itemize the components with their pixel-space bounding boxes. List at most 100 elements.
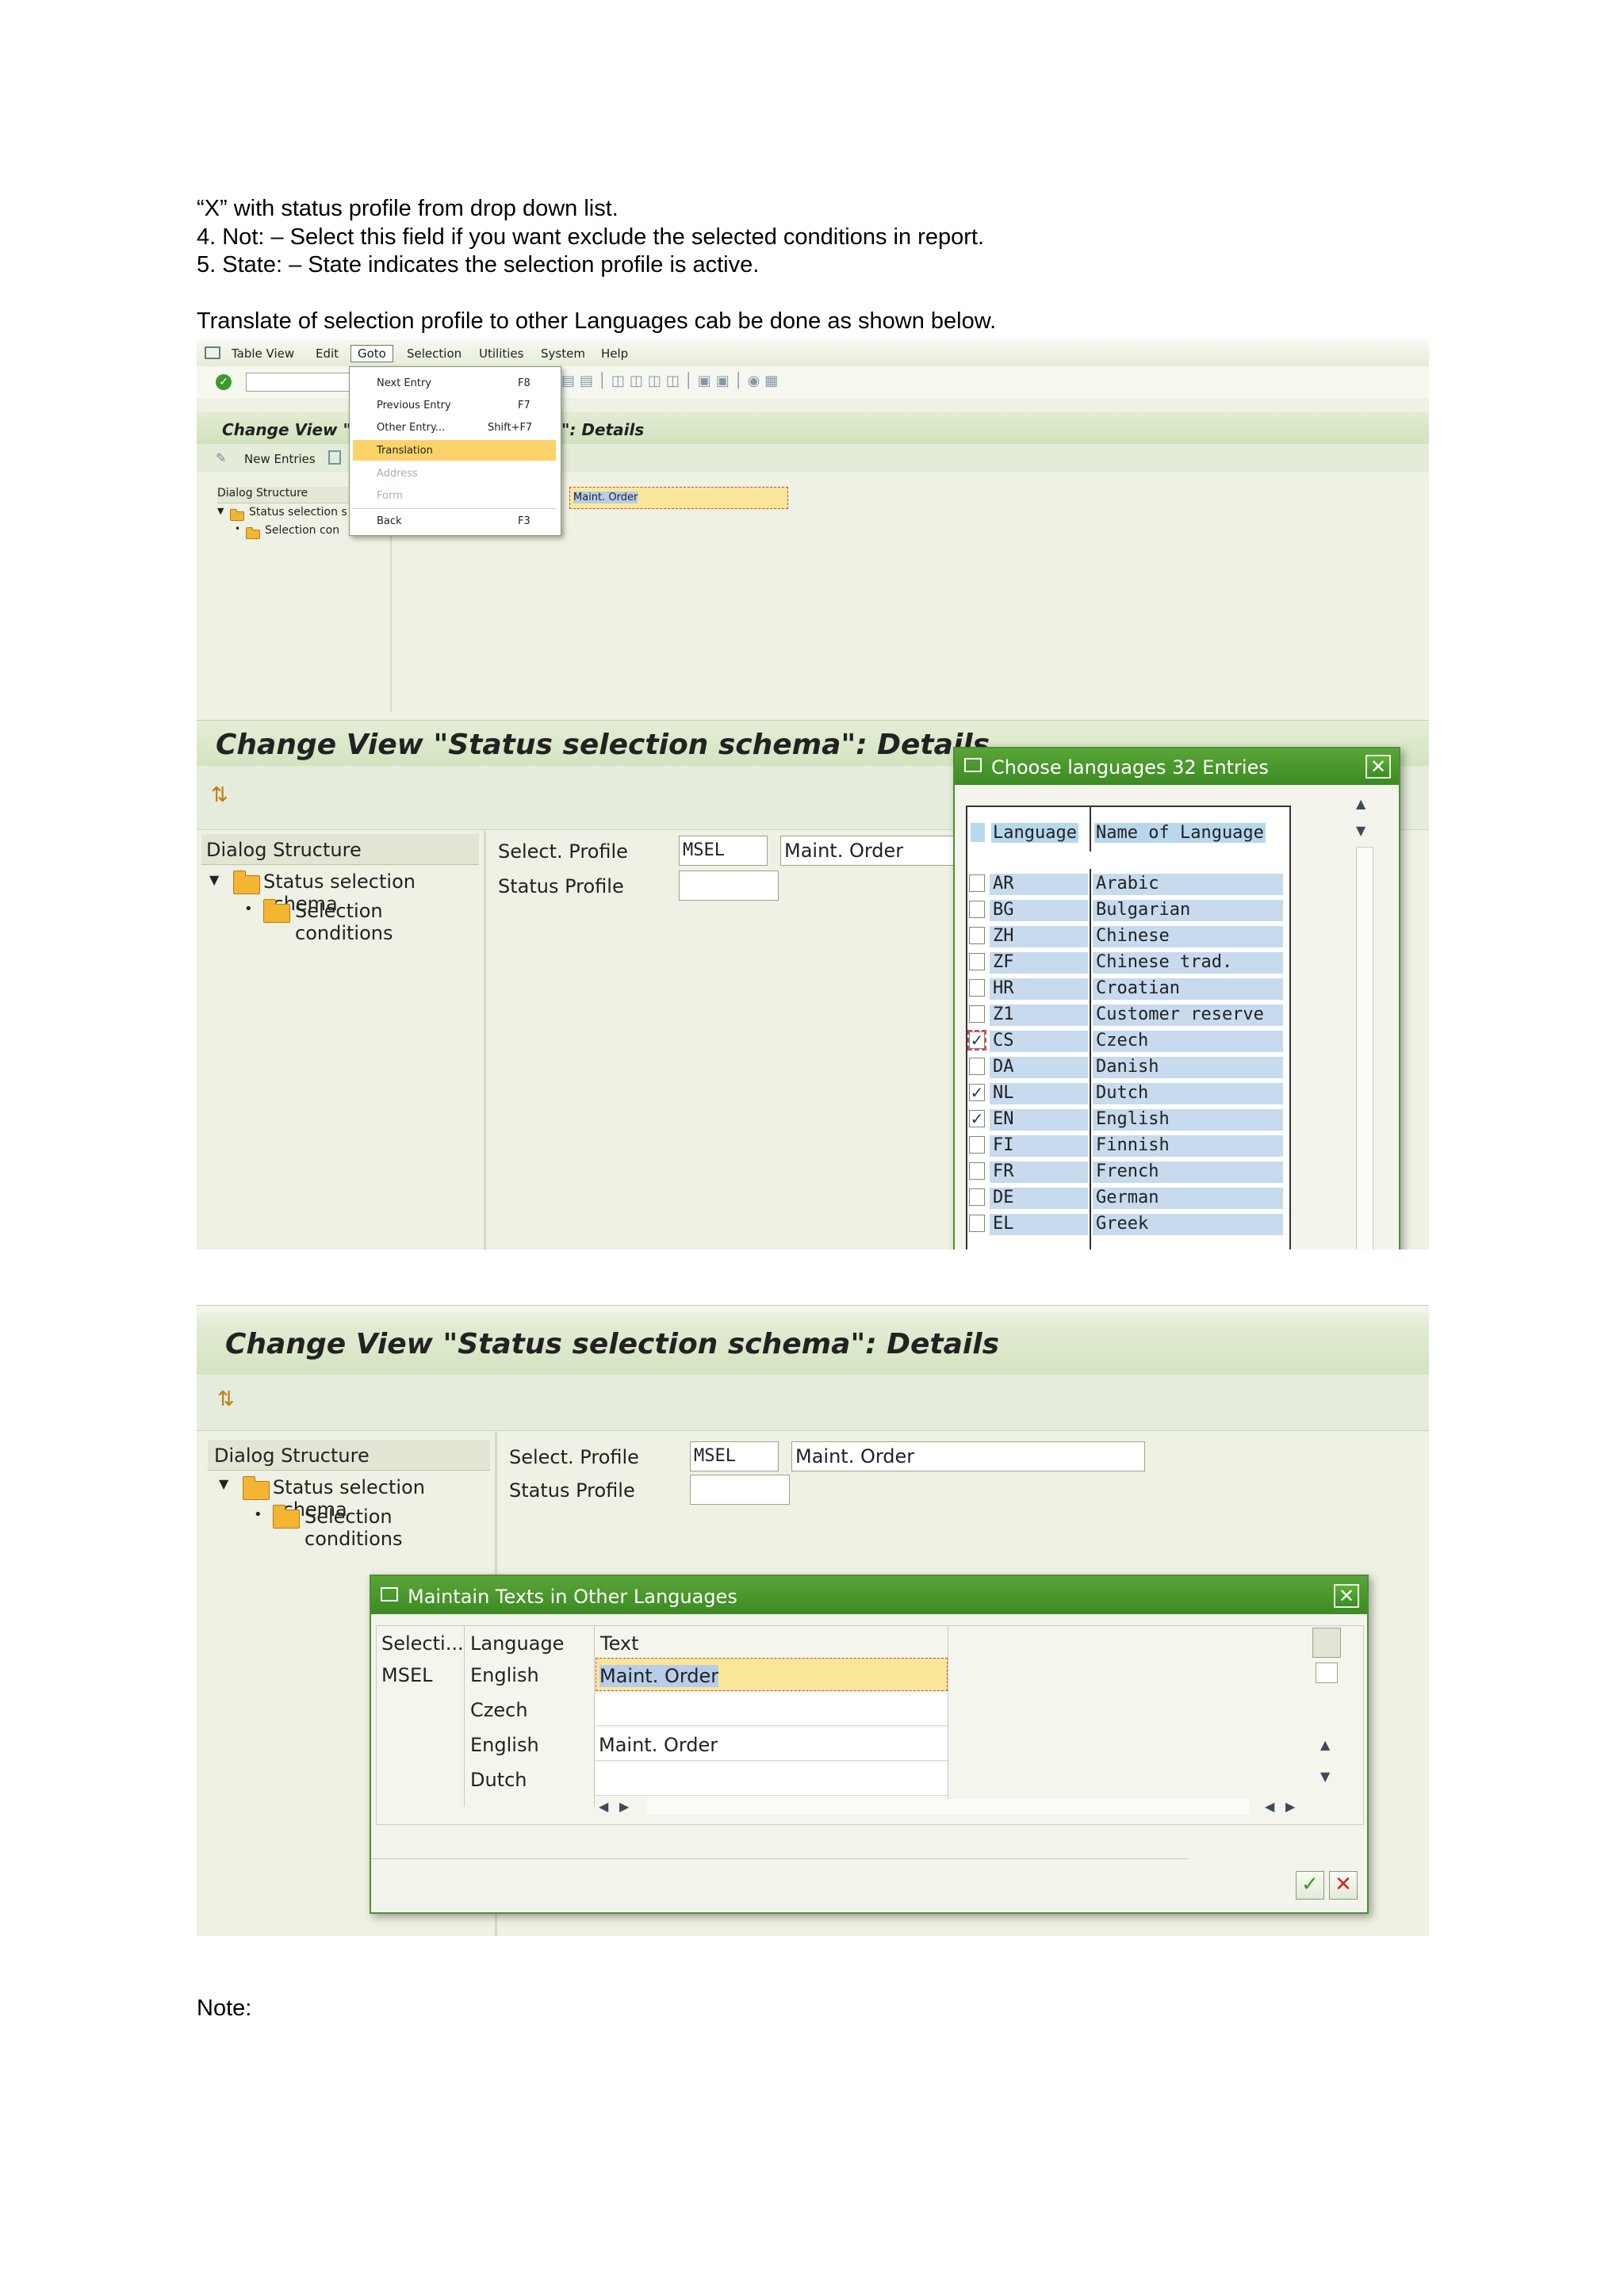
expand-arrow-icon[interactable]: ▼ [219, 1476, 228, 1491]
screenshot-choose-languages: Change View "Status selection schema": D… [197, 720, 1429, 1249]
menu-item-next-entry[interactable]: Next Entry F8 [350, 372, 561, 394]
menu-item-previous-entry[interactable]: Previous Entry F7 [350, 394, 561, 416]
row-checkbox[interactable] [969, 927, 985, 944]
table-row[interactable]: BG Bulgarian [967, 897, 1289, 923]
scroll-left-icon[interactable]: ◀ [599, 1799, 608, 1814]
col-header-language[interactable]: Language [470, 1632, 564, 1655]
col-header-selecti[interactable]: Selecti... [381, 1632, 464, 1655]
table-row[interactable]: Z1 Customer reserve [967, 1001, 1289, 1027]
table-row[interactable]: ✓ NL Dutch [967, 1080, 1289, 1106]
language-code: HR [990, 978, 1088, 1000]
column-settings-button[interactable] [1312, 1628, 1341, 1658]
select-checkbox[interactable] [1316, 1663, 1338, 1683]
copy-icon[interactable] [328, 450, 341, 465]
menu-item-address[interactable]: Address [350, 462, 561, 484]
menu-help[interactable]: Help [601, 346, 628, 361]
tree-item-selection-conditions[interactable]: Selection conditions [304, 1506, 495, 1550]
table-row[interactable]: ✓ CS Czech [967, 1027, 1289, 1054]
row-checkbox[interactable] [969, 1162, 985, 1180]
text-input-cell[interactable] [596, 1762, 948, 1796]
select-profile-text: Maint. Order [795, 1445, 915, 1468]
hierarchy-icon[interactable]: ⇅ [217, 1387, 235, 1411]
table-row[interactable]: Dutch [377, 1762, 1363, 1797]
command-field[interactable] [246, 373, 358, 392]
row-checkbox[interactable]: ✓ [969, 1110, 985, 1127]
select-profile-field[interactable]: MSEL [679, 836, 768, 866]
row-checkbox[interactable] [969, 953, 985, 970]
texts-table: Selecti... Language Text MSEL English Main… [376, 1625, 1364, 1825]
expand-arrow-icon[interactable]: ▼ [209, 872, 219, 887]
table-row[interactable]: FR French [967, 1158, 1289, 1184]
menu-system[interactable]: System [541, 346, 585, 361]
table-row[interactable]: HR Croatian [967, 975, 1289, 1001]
display-change-icon[interactable]: ✎ [216, 450, 230, 465]
select-all-cell[interactable] [971, 823, 985, 842]
row-checkbox[interactable] [969, 901, 985, 918]
select-profile-text-field[interactable]: Maint. Order [780, 836, 979, 866]
table-row[interactable]: DE German [967, 1184, 1289, 1211]
expand-arrow-icon[interactable]: ▼ [217, 506, 224, 516]
tree-item-selection-conditions[interactable]: Selection conditions [295, 900, 484, 944]
text-input-cell[interactable]: Maint. Order [596, 1728, 948, 1761]
hierarchy-icon[interactable]: ⇅ [211, 783, 228, 807]
row-checkbox[interactable] [969, 874, 985, 892]
scroll-right-icon[interactable]: ▶ [619, 1799, 629, 1814]
vertical-scrollbar[interactable]: ▲ ▼ [1351, 794, 1375, 1249]
table-row[interactable]: AR Arabic [967, 871, 1289, 897]
row-checkbox[interactable] [969, 1215, 985, 1232]
close-icon[interactable]: ✕ [1334, 1584, 1359, 1608]
menu-item-form[interactable]: Form [350, 484, 561, 507]
text-input-cell[interactable]: Maint. Order [596, 1658, 948, 1691]
col-header-language[interactable]: Language [991, 823, 1078, 843]
tree-item-selection-conditions[interactable]: Selection con [265, 524, 339, 537]
status-profile-field[interactable] [679, 871, 779, 901]
table-row[interactable]: ZF Chinese trad. [967, 949, 1289, 975]
menu-edit[interactable]: Edit [316, 346, 339, 361]
new-entries-button[interactable]: New Entries [244, 452, 316, 466]
cancel-button[interactable]: ✕ [1329, 1871, 1358, 1900]
menu-utilities[interactable]: Utilities [479, 346, 523, 361]
select-profile-text-field[interactable]: Maint. Order [791, 1441, 1145, 1471]
row-checkbox[interactable] [969, 1058, 985, 1075]
profile-text-field[interactable]: Maint. Order [569, 487, 788, 509]
close-icon[interactable]: ✕ [1365, 755, 1391, 779]
menu-selection[interactable]: Selection [407, 346, 462, 361]
status-profile-field[interactable] [690, 1475, 790, 1505]
row-checkbox[interactable]: ✓ [967, 1030, 986, 1050]
scroll-down-icon[interactable]: ▼ [1356, 823, 1365, 838]
scroll-down-icon[interactable]: ▼ [1320, 1769, 1330, 1784]
col-header-text[interactable]: Text [600, 1632, 639, 1655]
select-profile-field[interactable]: MSEL [690, 1441, 779, 1471]
scroll-left-icon[interactable]: ◀ [1265, 1799, 1274, 1814]
tree-item-status-selection[interactable]: Status selection s [249, 506, 347, 519]
scroll-up-icon[interactable]: ▲ [1320, 1737, 1330, 1752]
row-checkbox[interactable] [969, 1005, 985, 1023]
folder-icon [263, 899, 290, 923]
table-row[interactable]: Czech [377, 1693, 1363, 1728]
menu-item-shortcut: F7 [518, 400, 530, 411]
table-row[interactable]: MSEL English Maint. Order [377, 1658, 1363, 1693]
scroll-track[interactable] [1356, 847, 1373, 1249]
row-checkbox[interactable] [969, 1188, 985, 1206]
scroll-up-icon[interactable]: ▲ [1356, 796, 1365, 811]
table-row[interactable]: DA Danish [967, 1054, 1289, 1080]
scroll-right-icon[interactable]: ▶ [1285, 1799, 1295, 1814]
table-row[interactable]: EL Greek [967, 1211, 1289, 1237]
menu-table-view[interactable]: Table View [232, 346, 294, 361]
table-row[interactable]: ✓ EN English [967, 1106, 1289, 1132]
confirm-button[interactable]: ✓ [1296, 1871, 1324, 1900]
col-header-name[interactable]: Name of Language [1094, 823, 1266, 843]
table-row[interactable]: ZH Chinese [967, 923, 1289, 949]
table-row[interactable]: FI Finnish [967, 1132, 1289, 1158]
text-input-cell[interactable] [596, 1693, 948, 1726]
menu-item-translation[interactable]: Translation [353, 440, 556, 461]
horizontal-scroll-track[interactable] [646, 1799, 1249, 1815]
row-checkbox[interactable]: ✓ [969, 1084, 985, 1101]
enter-icon[interactable]: ✓ [216, 374, 232, 390]
row-checkbox[interactable] [969, 1136, 985, 1154]
menu-item-back[interactable]: Back F3 [350, 510, 561, 532]
menu-item-other-entry[interactable]: Other Entry... Shift+F7 [350, 416, 561, 438]
table-row[interactable]: English Maint. Order [377, 1728, 1363, 1762]
menu-goto[interactable]: Goto [350, 345, 393, 362]
row-checkbox[interactable] [969, 979, 985, 997]
